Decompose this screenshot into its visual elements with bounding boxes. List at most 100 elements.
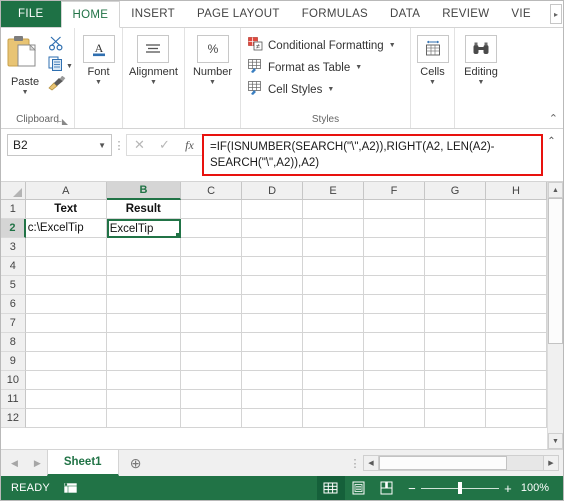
cell-A7[interactable] bbox=[25, 314, 107, 333]
cell-C1[interactable] bbox=[180, 200, 242, 219]
cell-B8[interactable] bbox=[106, 333, 181, 352]
fx-icon[interactable]: fx bbox=[177, 135, 202, 155]
row-header-7[interactable]: 7 bbox=[1, 314, 26, 333]
cell-H10[interactable] bbox=[485, 371, 547, 390]
cell-H8[interactable] bbox=[485, 333, 547, 352]
row-header-6[interactable]: 6 bbox=[1, 295, 26, 314]
sheet-bar-dots-icon[interactable]: ⋮ bbox=[347, 450, 363, 476]
name-box[interactable]: B2 ▼ bbox=[7, 134, 112, 156]
cell-A5[interactable] bbox=[25, 276, 107, 295]
row-header-3[interactable]: 3 bbox=[1, 238, 26, 257]
horizontal-scrollbar[interactable]: ◀ ▶ bbox=[363, 450, 563, 476]
column-header-h[interactable]: H bbox=[486, 182, 547, 200]
column-header-c[interactable]: C bbox=[181, 182, 243, 200]
cell-C7[interactable] bbox=[180, 314, 242, 333]
zoom-in-button[interactable]: + bbox=[503, 481, 513, 496]
formula-input[interactable]: =IF(ISNUMBER(SEARCH("\",A2)),RIGHT(A2, L… bbox=[202, 134, 543, 176]
paste-dropdown-caret-icon[interactable]: ▼ bbox=[22, 89, 29, 97]
copy-dropdown-caret-icon[interactable]: ▼ bbox=[66, 63, 73, 71]
cell-H1[interactable] bbox=[485, 200, 547, 219]
row-header-2[interactable]: 2 bbox=[1, 219, 26, 238]
cell-E2[interactable] bbox=[303, 219, 365, 238]
cell-F7[interactable] bbox=[363, 314, 425, 333]
add-sheet-button[interactable]: ⊕ bbox=[118, 450, 153, 476]
cell-H6[interactable] bbox=[485, 295, 547, 314]
triangle-left-icon[interactable]: ◀ bbox=[11, 458, 18, 469]
cell-E8[interactable] bbox=[302, 333, 364, 352]
cell-F3[interactable] bbox=[363, 238, 425, 257]
record-macro-icon[interactable] bbox=[60, 476, 82, 500]
cell-H2[interactable] bbox=[486, 219, 547, 238]
triangle-up-icon[interactable]: ▲ bbox=[548, 182, 563, 198]
cell-D1[interactable] bbox=[241, 200, 303, 219]
cells-button[interactable]: Cells ▼ bbox=[416, 32, 449, 87]
cell-H4[interactable] bbox=[485, 257, 547, 276]
cell-styles-button[interactable]: Cell Styles ▼ bbox=[248, 81, 396, 98]
conditional-formatting-button[interactable]: ≠ Conditional Formatting ▼ bbox=[248, 37, 396, 54]
page-break-view-button[interactable] bbox=[373, 476, 401, 500]
cell-C10[interactable] bbox=[180, 371, 242, 390]
cell-H5[interactable] bbox=[485, 276, 547, 295]
row-header-5[interactable]: 5 bbox=[1, 276, 26, 295]
cell-C3[interactable] bbox=[180, 238, 242, 257]
cell-A2[interactable]: c:\ExcelTip bbox=[25, 219, 107, 238]
cell-E5[interactable] bbox=[302, 276, 364, 295]
cell-H9[interactable] bbox=[485, 352, 547, 371]
cell-G6[interactable] bbox=[424, 295, 486, 314]
paintbrush-icon[interactable] bbox=[48, 75, 66, 96]
cell-D6[interactable] bbox=[241, 295, 303, 314]
vertical-scrollbar[interactable]: ▲ ▼ bbox=[547, 182, 563, 449]
conditional-formatting-caret-icon[interactable]: ▼ bbox=[389, 42, 396, 49]
zoom-slider-thumb[interactable] bbox=[457, 482, 462, 494]
cells-dropdown-caret-icon[interactable]: ▼ bbox=[429, 79, 436, 87]
cell-G12[interactable] bbox=[424, 409, 486, 428]
cell-E3[interactable] bbox=[302, 238, 364, 257]
tab-view[interactable]: VIE bbox=[500, 1, 541, 27]
cell-B7[interactable] bbox=[106, 314, 181, 333]
zoom-out-button[interactable]: − bbox=[407, 481, 417, 496]
cell-H7[interactable] bbox=[485, 314, 547, 333]
cell-F11[interactable] bbox=[363, 390, 425, 409]
tab-home[interactable]: HOME bbox=[60, 1, 121, 28]
row-header-4[interactable]: 4 bbox=[1, 257, 26, 276]
cell-B11[interactable] bbox=[106, 390, 181, 409]
cell-D4[interactable] bbox=[241, 257, 303, 276]
select-all-corner[interactable] bbox=[1, 182, 26, 200]
cell-C4[interactable] bbox=[180, 257, 242, 276]
row-header-1[interactable]: 1 bbox=[1, 200, 26, 219]
cell-C11[interactable] bbox=[180, 390, 242, 409]
formula-bar-expand-icon[interactable]: ⌃ bbox=[543, 134, 560, 156]
cell-F2[interactable] bbox=[364, 219, 426, 238]
cell-G10[interactable] bbox=[424, 371, 486, 390]
cell-D8[interactable] bbox=[241, 333, 303, 352]
scissors-icon[interactable] bbox=[48, 36, 64, 56]
zoom-level-label[interactable]: 100% bbox=[517, 482, 557, 494]
cell-G3[interactable] bbox=[424, 238, 486, 257]
column-header-f[interactable]: F bbox=[364, 182, 426, 200]
cell-A12[interactable] bbox=[25, 409, 107, 428]
triangle-down-icon[interactable]: ▼ bbox=[548, 433, 563, 449]
editing-dropdown-caret-icon[interactable]: ▼ bbox=[478, 79, 485, 87]
dialog-launcher-icon[interactable]: ⌐◣ bbox=[57, 117, 68, 126]
number-dropdown-caret-icon[interactable]: ▼ bbox=[209, 79, 216, 87]
cell-D2[interactable] bbox=[242, 219, 304, 238]
cell-C8[interactable] bbox=[180, 333, 242, 352]
tab-formulas[interactable]: FORMULAS bbox=[291, 1, 379, 27]
cell-G7[interactable] bbox=[424, 314, 486, 333]
cell-C5[interactable] bbox=[180, 276, 242, 295]
font-button[interactable]: A Font ▼ bbox=[82, 32, 115, 87]
triangle-left-icon-hscroll[interactable]: ◀ bbox=[363, 455, 379, 471]
row-header-11[interactable]: 11 bbox=[1, 390, 26, 409]
cell-C12[interactable] bbox=[180, 409, 242, 428]
cell-C2[interactable] bbox=[181, 219, 243, 238]
page-layout-view-button[interactable] bbox=[345, 476, 373, 500]
cell-E12[interactable] bbox=[302, 409, 364, 428]
font-dropdown-caret-icon[interactable]: ▼ bbox=[95, 79, 102, 87]
cell-B12[interactable] bbox=[106, 409, 181, 428]
cell-B2[interactable]: ExcelTip bbox=[106, 219, 182, 238]
cell-C9[interactable] bbox=[180, 352, 242, 371]
cell-A1[interactable]: Text bbox=[25, 200, 107, 219]
cell-G5[interactable] bbox=[424, 276, 486, 295]
cell-B10[interactable] bbox=[106, 371, 181, 390]
normal-view-button[interactable] bbox=[316, 476, 345, 500]
